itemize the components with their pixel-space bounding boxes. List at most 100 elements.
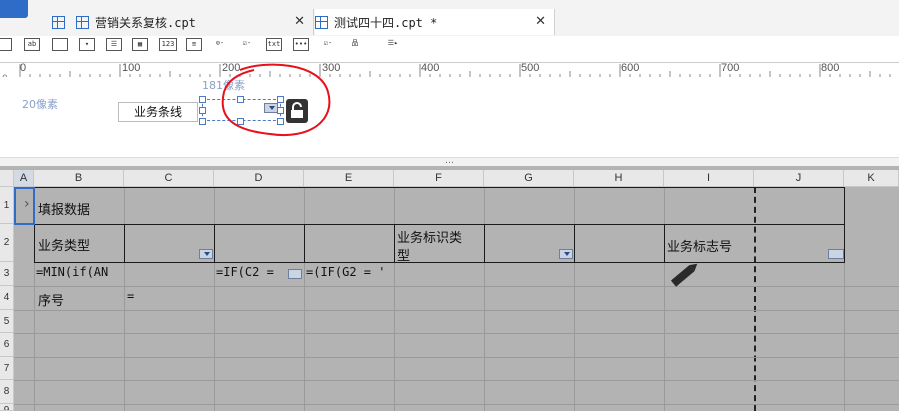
ruler-label: 700 <box>721 62 740 74</box>
cell-f2[interactable]: 业务标识类 <box>397 227 462 246</box>
report-file-icon <box>315 15 328 29</box>
app-logo-icon[interactable] <box>0 0 28 18</box>
cell-f2-wrap: 型 <box>397 249 411 264</box>
column-header-h[interactable]: H <box>574 170 664 187</box>
row-header-8[interactable]: 8 <box>0 380 14 404</box>
close-icon[interactable]: ✕ <box>294 14 305 29</box>
table-border <box>484 224 485 262</box>
text-widget-icon[interactable] <box>0 38 12 51</box>
column-header-b[interactable]: B <box>34 170 124 187</box>
column-header-c[interactable]: C <box>124 170 214 187</box>
row-header-6[interactable]: 6 <box>0 333 14 357</box>
ruler-label: 0 <box>20 62 27 74</box>
chevron-right-icon: › <box>24 196 30 212</box>
grid-line <box>664 187 665 411</box>
row-header-5[interactable]: 5 <box>0 310 14 333</box>
number-widget-icon[interactable]: 123 <box>159 38 177 51</box>
password-widget-icon[interactable]: ••• <box>293 38 309 51</box>
cell-b3[interactable]: =MIN(if(AN <box>36 265 122 279</box>
row-header-7[interactable]: 7 <box>0 357 14 380</box>
table-border <box>214 224 215 262</box>
table-border <box>394 224 395 262</box>
grid-corner[interactable] <box>0 170 14 187</box>
column-header-g[interactable]: G <box>484 170 574 187</box>
table-border <box>124 224 125 262</box>
label-widget-icon[interactable]: ab <box>24 38 40 51</box>
grid-line <box>14 380 899 381</box>
row-header-2[interactable]: 2 <box>0 224 14 262</box>
grid-line <box>14 333 899 334</box>
column-header-e[interactable]: E <box>304 170 394 187</box>
list-widget-icon[interactable]: ☰ <box>106 38 122 51</box>
tab-bar: 营销关系复核.cpt ✕ 测试四十四.cpt * ✕ <box>0 0 899 37</box>
table-border <box>664 224 665 262</box>
table-border <box>574 224 575 262</box>
grid-line <box>304 187 305 411</box>
table-border <box>34 224 845 225</box>
ruler-label: 100 <box>122 62 141 74</box>
tab-list-icon[interactable] <box>52 9 74 35</box>
table-widget-icon[interactable]: ▦ <box>132 38 148 51</box>
grid-line <box>14 404 899 405</box>
pencil-icon <box>668 258 702 294</box>
column-header-d[interactable]: D <box>214 170 304 187</box>
cell-b1[interactable]: 填报数据 <box>38 199 90 218</box>
dropdown-widget-icon[interactable] <box>559 249 573 259</box>
grid-line <box>14 286 899 287</box>
ruler-label: 800 <box>821 62 840 74</box>
row-header-9[interactable]: 9 <box>0 404 14 411</box>
grid-icon <box>52 15 65 29</box>
input-widget-icon[interactable] <box>52 38 68 51</box>
resize-handle[interactable] <box>199 118 206 125</box>
table-border <box>844 187 845 262</box>
column-header-j[interactable]: J <box>754 170 844 187</box>
txt-widget-icon[interactable]: txt <box>266 38 282 51</box>
tab-file-1[interactable]: 营销关系复核.cpt ✕ <box>76 9 314 35</box>
table-border <box>304 224 305 262</box>
grid-line <box>394 187 395 411</box>
tab-label: 测试四十四.cpt * <box>334 15 438 30</box>
tab-label: 营销关系复核.cpt <box>95 15 196 30</box>
checkbox-group-icon[interactable]: ☑- <box>239 38 255 51</box>
text-widget-icon[interactable] <box>828 249 844 259</box>
report-grid[interactable] <box>0 166 899 411</box>
table-border <box>34 187 845 188</box>
textarea-widget-icon[interactable]: ≡ <box>186 38 202 51</box>
cell-b4[interactable]: 序号 <box>38 290 64 309</box>
cell-c4[interactable]: = <box>127 289 134 303</box>
report-file-icon <box>76 15 89 29</box>
tab-file-2[interactable]: 测试四十四.cpt * ✕ <box>315 9 555 35</box>
text-widget-icon[interactable] <box>288 269 302 279</box>
grid-line <box>214 187 215 411</box>
column-header-f[interactable]: F <box>394 170 484 187</box>
row-header-4[interactable]: 4 <box>0 286 14 310</box>
radio-group-icon[interactable]: ⊙- <box>212 38 228 51</box>
column-header-a[interactable]: A <box>14 170 34 187</box>
page-break-line <box>754 187 756 411</box>
cell-b2[interactable]: 业务类型 <box>38 235 90 254</box>
checkbox-icon[interactable]: ☑- <box>320 38 336 51</box>
grid-line <box>14 310 899 311</box>
column-header-k[interactable]: K <box>844 170 899 187</box>
dropdown-widget-icon[interactable]: ▾ <box>79 38 95 51</box>
height-dimension-label: 20像素 <box>22 98 58 111</box>
row-header-3[interactable]: 3 <box>0 262 14 286</box>
row-header-1[interactable]: 1 <box>0 187 14 224</box>
widget-toolbar: ab ▾ ☰ ▦ 123 ≡ ⊙- ☑- txt ••• ☑- 品 ☰▸ <box>0 36 899 87</box>
dropdown-widget-icon[interactable] <box>199 249 213 259</box>
tree-widget-icon[interactable]: 品 <box>347 38 363 51</box>
grid-line <box>574 187 575 411</box>
resize-handle[interactable] <box>199 96 206 103</box>
resize-handle[interactable] <box>199 107 206 114</box>
column-header-i[interactable]: I <box>664 170 754 187</box>
field-label-widget[interactable]: 业务条线 <box>118 102 198 122</box>
ruler-label: 500 <box>521 62 540 74</box>
more-widgets-icon[interactable]: ☰▸ <box>383 38 403 51</box>
grid-line <box>484 187 485 411</box>
red-circle-annotation <box>221 63 331 137</box>
close-icon[interactable]: ✕ <box>535 14 546 29</box>
table-border <box>34 262 845 263</box>
cell-e3[interactable]: =(IF(G2 = ' <box>306 265 392 279</box>
cell-i2[interactable]: 业务标志号 <box>667 236 732 255</box>
grid-line <box>124 187 125 411</box>
